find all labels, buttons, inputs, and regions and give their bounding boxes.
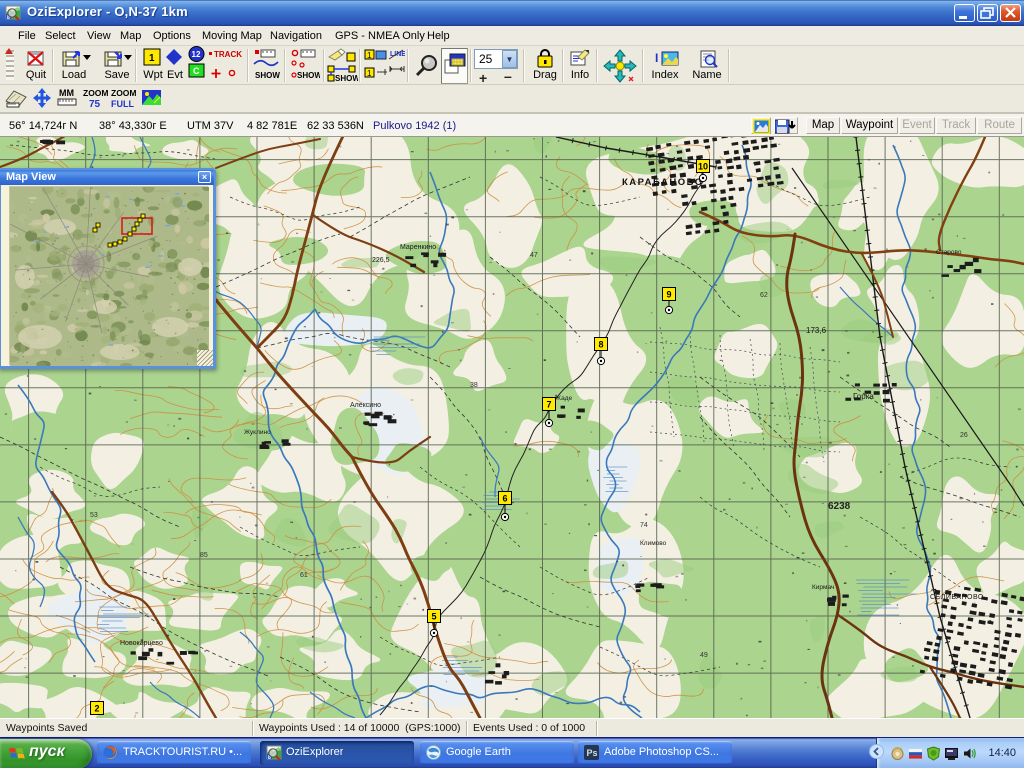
svg-text:1: 1 (367, 69, 372, 78)
svg-text:TRACK: TRACK (214, 50, 242, 59)
svg-text:47: 47 (530, 252, 538, 259)
svg-text:Новокарцево: Новокарцево (120, 640, 163, 647)
svg-text:12: 12 (192, 50, 201, 59)
svg-text:Горка: Горка (853, 392, 874, 401)
svg-text:C: C (193, 66, 200, 76)
svg-text:6238: 6238 (828, 501, 851, 512)
svg-text:62: 62 (760, 292, 768, 299)
svg-text:9: 9 (666, 290, 671, 300)
svg-text:Жаде: Жаде (555, 395, 572, 402)
svg-text:5: 5 (431, 612, 436, 622)
svg-text:49: 49 (700, 652, 708, 659)
svg-text:74: 74 (640, 522, 648, 529)
svg-text:Кирмач: Кирмач (812, 584, 834, 591)
svg-text:MM: MM (59, 88, 74, 98)
svg-text:ZOOM: ZOOM (111, 88, 137, 98)
svg-text:85: 85 (200, 552, 208, 559)
svg-text:7: 7 (546, 400, 551, 410)
svg-text:SHOW: SHOW (297, 71, 320, 80)
svg-text:Климово: Климово (640, 540, 667, 547)
svg-text:I: I (655, 51, 658, 65)
svg-text:SHOW: SHOW (335, 74, 358, 82)
svg-text:Жуклино: Жуклино (244, 429, 271, 436)
svg-text:26: 26 (960, 432, 968, 439)
svg-text:1: 1 (149, 53, 155, 64)
svg-text:ZOOM: ZOOM (83, 88, 108, 98)
svg-text:Алексино: Алексино (350, 402, 381, 409)
svg-text:СЕЛИВАНОВО: СЕЛИВАНОВО (930, 594, 984, 601)
svg-text:Ps: Ps (587, 748, 598, 758)
svg-text:8: 8 (598, 340, 603, 350)
svg-text:КАРАБАНОВО: КАРАБАНОВО (622, 177, 704, 188)
svg-text:10: 10 (698, 162, 708, 172)
svg-text:2: 2 (94, 704, 99, 714)
svg-text:75: 75 (89, 99, 101, 109)
svg-text:SHOW: SHOW (255, 71, 280, 80)
svg-text:226,5: 226,5 (372, 257, 390, 264)
svg-text:FULL: FULL (111, 99, 134, 109)
svg-text:Старово: Старово (936, 249, 962, 256)
svg-text:1: 1 (367, 51, 372, 60)
svg-text:53: 53 (90, 512, 98, 519)
svg-text:173,6: 173,6 (806, 326, 827, 335)
svg-text:6: 6 (502, 494, 507, 504)
svg-text:Маренкино: Маренкино (400, 244, 436, 251)
svg-text:61: 61 (300, 572, 308, 579)
svg-text:38: 38 (470, 382, 478, 389)
